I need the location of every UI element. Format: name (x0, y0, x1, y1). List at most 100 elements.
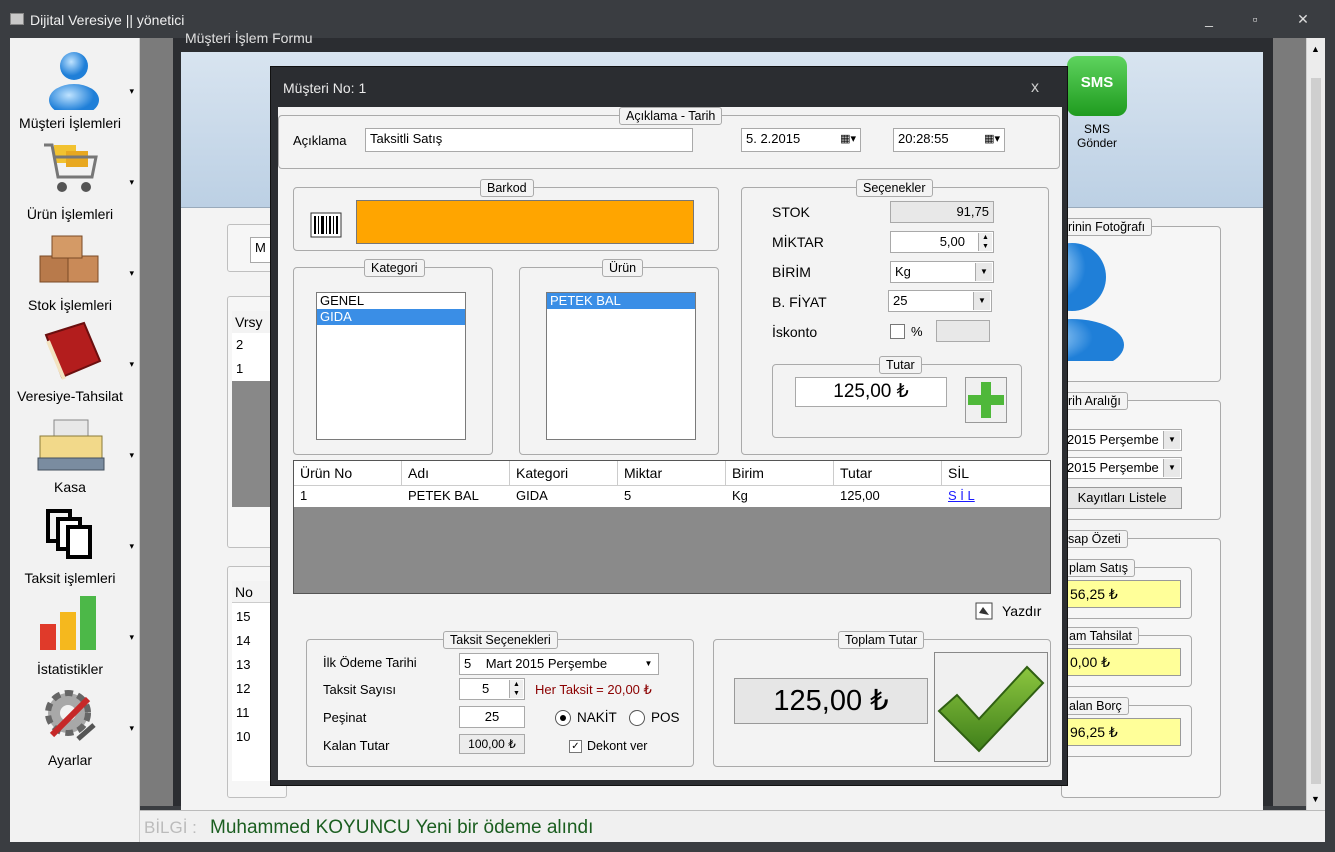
table-row[interactable]: 13 (232, 653, 254, 676)
dialog-close-button[interactable]: x (1031, 79, 1039, 97)
cash-register-icon (37, 419, 105, 471)
date-picker[interactable]: 5. 2.2015 ▦▾ (741, 128, 861, 152)
column-header[interactable]: Kategori (510, 461, 618, 485)
down-payment-input[interactable]: 25 (459, 706, 525, 728)
list-records-button[interactable]: Kayıtları Listele (1062, 487, 1182, 509)
table-cell[interactable]: 5 (618, 485, 631, 507)
maximize-button[interactable]: ▫ (1240, 8, 1270, 30)
delete-row-link[interactable]: S İ L (942, 485, 975, 507)
column-header[interactable]: Ürün No (294, 461, 402, 485)
price-select[interactable]: 25 ▼ (888, 290, 992, 312)
description-input[interactable]: Taksitli Satış (365, 128, 693, 152)
total-collection-label: am Tahsilat (1063, 627, 1139, 645)
barcode-input[interactable] (356, 200, 694, 244)
table-row[interactable]: 11 (232, 701, 254, 724)
receipt-label: Dekont ver (587, 739, 648, 753)
confirm-button[interactable] (934, 652, 1048, 762)
user-icon (49, 52, 99, 110)
scroll-thumb[interactable] (1311, 78, 1321, 784)
date-range-start-select[interactable]: 2015 Perşembe ▼ (1062, 429, 1182, 451)
installment-group-title: Taksit Seçenekleri (443, 631, 558, 649)
table-cell[interactable]: GIDA (510, 485, 548, 507)
sms-caption: SMS Gönder (1076, 122, 1118, 150)
date-range-group: rih Aralığı 2015 Perşembe ▼ 2015 Perşembe… (1061, 392, 1221, 520)
total-sales-value: 56,25 ₺ (1063, 580, 1181, 608)
column-header[interactable]: Miktar (618, 461, 726, 485)
column-header[interactable]: SİL (942, 461, 1050, 485)
scroll-down-icon[interactable]: ▼ (1311, 794, 1320, 804)
scroll-up-icon[interactable]: ▲ (1311, 44, 1320, 54)
date-range-group-title: rih Aralığı (1062, 392, 1128, 410)
pos-radio[interactable] (629, 710, 645, 726)
window-title: Dijital Veresiye || yönetici (30, 12, 185, 28)
status-prefix: BİLGİ : (144, 818, 197, 837)
date-range-end-select[interactable]: 2015 Perşembe ▼ (1062, 457, 1182, 479)
sidebar-item-products[interactable]: Ürün İşlemleri ▾ (10, 133, 140, 224)
list-item[interactable]: GENEL (317, 293, 465, 309)
minimize-button[interactable]: _ (1194, 8, 1224, 30)
table-cell[interactable]: 1 (294, 485, 307, 507)
add-item-button[interactable] (965, 377, 1007, 423)
dialog-title: Müşteri No: 1 (283, 80, 367, 96)
chevron-down-icon: ▾ (129, 86, 134, 96)
discount-checkbox[interactable] (890, 324, 905, 339)
list-item-selected[interactable]: PETEK BAL (547, 293, 695, 309)
table-cell[interactable]: PETEK BAL (402, 485, 479, 507)
table-row[interactable]: 10 (232, 725, 254, 748)
cash-radio[interactable] (555, 710, 571, 726)
sidebar-item-statistics[interactable]: İstatistikler ▾ (10, 588, 140, 679)
table-row[interactable]: 15 (232, 605, 254, 628)
customer-photo-icon (1062, 243, 1124, 361)
time-picker[interactable]: 20:28:55 ▦▾ (893, 128, 1005, 152)
installment-group: Taksit Seçenekleri İlk Ödeme Tarihi 5 Ma… (306, 631, 694, 767)
table-cell[interactable]: Kg (726, 485, 748, 507)
category-group: Kategori GENEL GIDA (293, 259, 493, 455)
printer-icon[interactable] (974, 601, 994, 621)
sidebar-item-stock[interactable]: Stok İşlemleri ▾ (10, 224, 140, 315)
sidebar-item-settings[interactable]: Ayarlar ▾ (10, 679, 140, 770)
sidebar-item-label: Taksit işlemleri (24, 570, 116, 586)
print-button[interactable]: Yazdır (1002, 603, 1041, 619)
options-group: Seçenekler STOK 91,75 MİKTAR 5,00 ▲ ▼ BİRİ… (741, 179, 1049, 455)
sidebar-item-cash[interactable]: Kasa ▾ (10, 406, 140, 497)
quantity-stepper[interactable]: 5,00 ▲ ▼ (890, 231, 994, 253)
close-button[interactable]: ✕ (1288, 8, 1318, 30)
sidebar-item-label: Ayarlar (47, 752, 93, 768)
status-bar: BİLGİ : Muhammed KOYUNCU Yeni bir ödeme … (140, 810, 1325, 842)
table-row[interactable]: 12 (232, 677, 254, 700)
book-icon (44, 321, 102, 380)
sidebar-item-installments[interactable]: Taksit işlemleri ▾ (10, 497, 140, 588)
vertical-scrollbar[interactable]: ▲ ▼ (1306, 38, 1325, 810)
sidebar-item-customers[interactable]: Müşteri İşlemleri ▾ (10, 42, 140, 133)
remaining-debt-label: alan Borç (1063, 697, 1129, 715)
column-header[interactable]: Adı (402, 461, 510, 485)
sidebar-item-label: Veresiye-Tahsilat (17, 388, 123, 404)
column-header[interactable]: Tutar (834, 461, 942, 485)
chevron-down-icon: ▼ (1163, 459, 1180, 477)
amount-group: Tutar 125,00 ₺ (772, 356, 1022, 438)
first-payment-label: İlk Ödeme Tarihi (323, 655, 417, 670)
spinner-icon[interactable]: ▲ ▼ (978, 233, 992, 251)
category-list[interactable]: GENEL GIDA (316, 292, 466, 440)
discount-percent-label: % (911, 324, 923, 339)
unit-select[interactable]: Kg ▼ (890, 261, 994, 283)
list-item-selected[interactable]: GIDA (317, 309, 465, 325)
description-group: Açıklama - Tarih Açıklama Taksitli Satış… (278, 107, 1060, 169)
remaining-debt-value: 96,25 ₺ (1063, 718, 1181, 746)
calendar-icon: ▦▾ (984, 133, 1000, 145)
remaining-value: 100,00 ₺ (459, 734, 525, 754)
installment-count-stepper[interactable]: 5 ▲ ▼ (459, 678, 525, 700)
table-row[interactable]: 14 (232, 629, 254, 652)
table-cell[interactable]: 125,00 (834, 485, 880, 507)
discount-input[interactable] (936, 320, 990, 342)
chevron-down-icon: ▼ (973, 292, 990, 310)
sidebar-item-credit[interactable]: Veresiye-Tahsilat ▾ (10, 315, 140, 406)
first-payment-select[interactable]: 5 Mart 2015 Perşembe ▼ (459, 653, 659, 675)
receipt-checkbox[interactable]: ✓ (569, 740, 582, 753)
product-list[interactable]: PETEK BAL (546, 292, 696, 440)
sms-icon[interactable]: SMS (1067, 56, 1127, 116)
column-header[interactable]: Birim (726, 461, 834, 485)
chevron-down-icon: ▾ (129, 450, 134, 460)
spinner-icon[interactable]: ▲ ▼ (509, 680, 523, 698)
total-group-title: Toplam Tutar (838, 631, 925, 649)
